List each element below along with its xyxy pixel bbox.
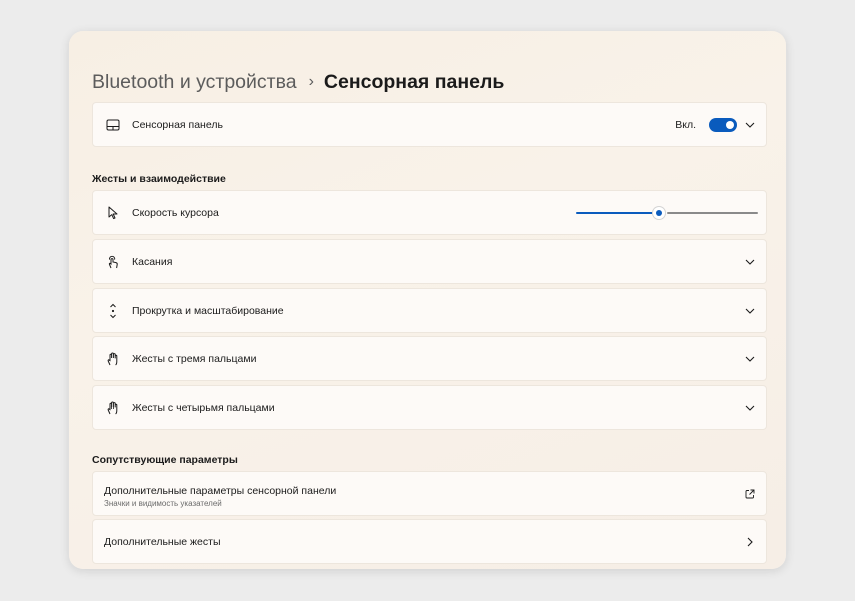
chevron-down-icon[interactable] [744,353,756,365]
scroll-zoom-label: Прокрутка и масштабирование [132,304,284,317]
slider-track-fill [576,211,653,214]
additional-touchpad-settings-link[interactable]: Дополнительные параметры сенсорной панел… [92,471,767,516]
chevron-down-icon[interactable] [744,119,756,131]
touchpad-label: Сенсорная панель [132,118,223,131]
cursor-speed-card: Скорость курсора [92,190,767,235]
page-title: Сенсорная панель [323,70,505,93]
touchpad-icon [105,117,121,133]
taps-card[interactable]: Касания [92,239,767,284]
slider-track-rest [666,211,758,214]
breadcrumb: Bluetooth и устройства › Сенсорная панел… [92,67,504,97]
cursor-speed-label: Скорость курсора [132,206,219,219]
cursor-icon [105,205,121,221]
tap-hand-icon [105,254,121,270]
section-title-gestures: Жесты и взаимодействие [92,173,226,185]
toggle-knob [726,120,734,129]
breadcrumb-separator: › [308,73,314,90]
touchpad-toggle[interactable] [709,117,737,132]
four-finger-label: Жесты с четырьмя пальцами [132,401,275,414]
chevron-right-icon[interactable] [744,536,756,548]
additional-gestures-link[interactable]: Дополнительные жесты [92,519,767,564]
taps-label: Касания [132,255,173,268]
chevron-down-icon[interactable] [744,402,756,414]
breadcrumb-parent-link[interactable]: Bluetooth и устройства [92,71,297,94]
four-finger-card[interactable]: Жесты с четырьмя пальцами [92,385,767,430]
three-finger-hand-icon [105,351,121,367]
toggle-state-text: Вкл. [675,118,696,131]
cursor-speed-slider[interactable] [576,206,758,219]
four-finger-hand-icon [105,400,121,416]
touchpad-toggle-card[interactable]: Сенсорная панель Вкл. [92,102,767,147]
section-title-related: Сопутствующие параметры [92,454,238,466]
slider-thumb[interactable] [652,206,665,219]
additional-settings-subtitle: Значки и видимость указателей [104,499,222,508]
three-finger-label: Жесты с тремя пальцами [132,352,257,365]
additional-settings-title: Дополнительные параметры сенсорной панел… [104,485,337,497]
chevron-down-icon[interactable] [744,305,756,317]
three-finger-card[interactable]: Жесты с тремя пальцами [92,336,767,381]
chevron-down-icon[interactable] [744,256,756,268]
scroll-icon [105,303,121,319]
settings-window: Bluetooth и устройства › Сенсорная панел… [69,31,786,569]
additional-gestures-label: Дополнительные жесты [104,535,221,548]
scroll-zoom-card[interactable]: Прокрутка и масштабирование [92,288,767,333]
open-external-icon[interactable] [744,488,756,500]
